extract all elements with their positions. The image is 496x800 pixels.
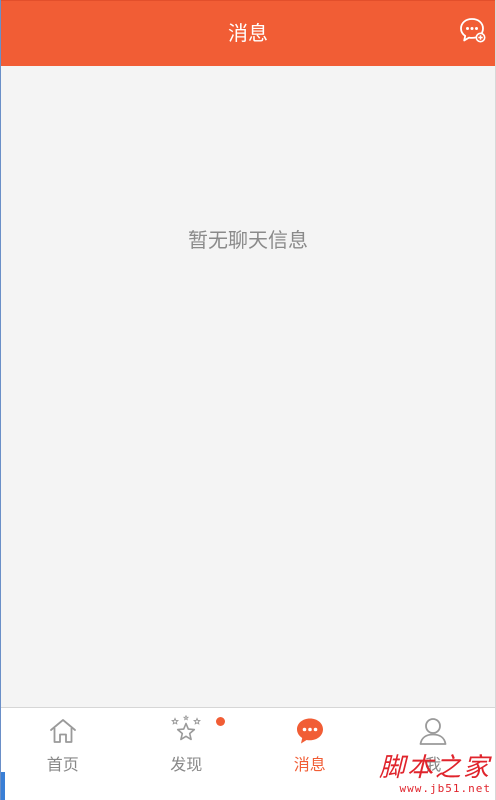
window-edge-accent [1, 772, 5, 800]
tab-discover[interactable]: 发现 [125, 708, 249, 780]
new-content-badge [215, 717, 225, 726]
home-icon [49, 719, 76, 743]
bottom-tab-bar: 首页 发现 消息 我 脚本之家 www.jb51.net [1, 707, 495, 800]
message-list-area: 暂无聊天信息 [1, 66, 495, 707]
tab-label: 发现 [170, 755, 203, 774]
watermark-url: www.jb51.net [399, 782, 491, 795]
star-discover-icon [171, 715, 202, 741]
user-icon [419, 718, 447, 745]
tab-home[interactable]: 首页 [1, 708, 125, 780]
tab-label: 首页 [46, 755, 79, 774]
site-watermark: 脚本之家 www.jb51.net [379, 755, 491, 794]
empty-state-message: 暂无聊天信息 [188, 228, 308, 252]
top-bar: 消息 [1, 0, 495, 66]
new-chat-button[interactable] [457, 15, 487, 45]
tab-messages[interactable]: 消息 [248, 708, 372, 780]
app-screen: 消息 暂无聊天信息 首页 发现 消息 我 脚本之家 www.jb51.net [0, 0, 496, 800]
chat-add-icon [460, 18, 486, 43]
watermark-title: 脚本之家 [378, 753, 491, 783]
tab-label: 消息 [293, 755, 326, 774]
page-title: 消息 [228, 21, 268, 45]
chat-bubble-icon [296, 718, 323, 744]
